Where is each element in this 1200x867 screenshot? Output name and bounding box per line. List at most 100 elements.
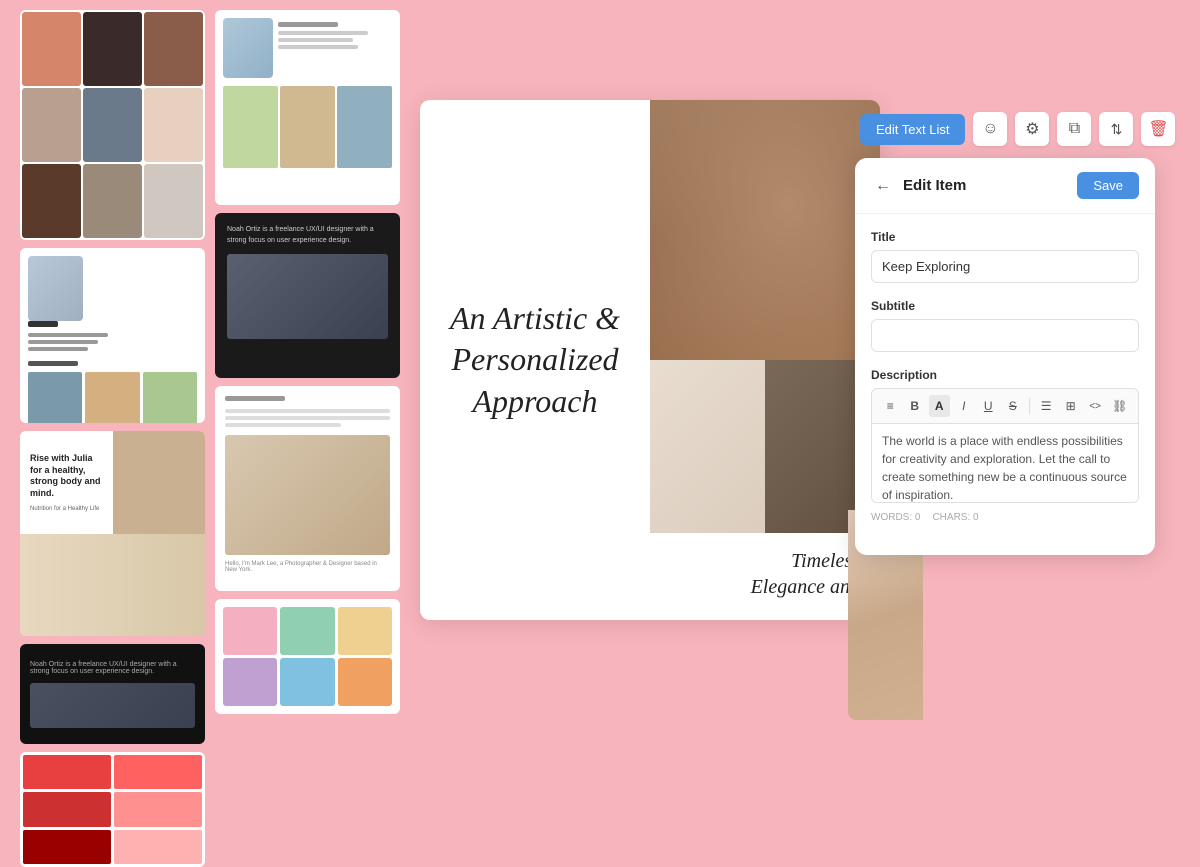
gear-icon: ⚙ <box>1025 119 1039 139</box>
edit-panel-header: ← Edit Item Save <box>855 158 1155 214</box>
mid-thumbnail-3[interactable]: Hello, I'm Mark Lee, a Photographer & De… <box>215 386 400 591</box>
middle-panel: Noah Ortiz is a freelance UX/UI designer… <box>215 10 400 714</box>
list-button[interactable]: ☰ <box>1036 395 1057 417</box>
edit-panel-body: Title Subtitle Description ≡ B A I U S ☰… <box>855 214 1155 555</box>
thumb-cell <box>22 12 81 86</box>
thumb-cell <box>83 164 142 238</box>
dark-card-image <box>30 683 195 728</box>
color-block <box>114 830 202 864</box>
mid-thumbnail-2[interactable]: Noah Ortiz is a freelance UX/UI designer… <box>215 213 400 378</box>
left-sidebar: Rise with Julia for a healthy, strong bo… <box>20 10 205 714</box>
gallery-cell <box>337 86 392 168</box>
back-icon: ← <box>875 177 891 195</box>
blog-text-cell: Rise with Julia for a healthy, strong bo… <box>20 431 113 534</box>
thumbnail-card-colors[interactable] <box>20 752 205 867</box>
canvas-image-top <box>650 100 880 360</box>
mid3-title-line <box>225 396 285 401</box>
strikethrough-button[interactable]: S <box>1003 395 1024 417</box>
color-grid-cell <box>338 658 392 706</box>
mid-thumbnail-4[interactable] <box>215 599 400 714</box>
color-block <box>23 792 111 826</box>
thumb-cell <box>83 88 142 162</box>
thumb-cell <box>144 12 203 86</box>
smiley-icon-button[interactable]: ☺ <box>973 112 1007 146</box>
work-cell <box>143 372 197 423</box>
color-block <box>23 755 111 789</box>
table-button[interactable]: ⊞ <box>1060 395 1081 417</box>
editor-toolbar: Edit Text List ☺ ⚙ ⧉ ⇅ 🗑 <box>860 112 1175 146</box>
thumb-cell <box>144 88 203 162</box>
dark-profile-text: Noah Ortiz is a freelance UX/UI designer… <box>227 225 388 246</box>
gallery-cell <box>280 86 335 168</box>
resize-icon-button[interactable]: ⇅ <box>1099 112 1133 146</box>
blog-image-1 <box>113 431 206 534</box>
mid3-caption: Hello, I'm Mark Lee, a Photographer & De… <box>225 561 390 573</box>
description-toolbar: ≡ B A I U S ☰ ⊞ <> ⛓ <box>871 388 1139 423</box>
thumb-cell <box>144 164 203 238</box>
font-color-button[interactable]: A <box>929 395 950 417</box>
canvas-bottom-title: Timeless Elegance and <box>670 548 860 600</box>
edit-panel-title: Edit Item <box>903 177 966 194</box>
main-canvas-preview: An Artistic & Personalized Approach Time… <box>420 100 880 620</box>
description-field-label: Description <box>871 368 1139 382</box>
code-button[interactable]: <> <box>1085 395 1106 417</box>
work-cell <box>85 372 139 423</box>
description-textarea[interactable]: The world is a place with endless possib… <box>871 423 1139 503</box>
color-grid-cell <box>280 658 334 706</box>
color-block <box>114 755 202 789</box>
back-button[interactable]: ← <box>871 174 895 198</box>
title-field-group: Title <box>871 230 1139 283</box>
subtitle-input[interactable] <box>871 319 1139 352</box>
thumb-cell <box>22 88 81 162</box>
mid3-text-lines <box>225 409 390 427</box>
settings-icon-button[interactable]: ⚙ <box>1015 112 1049 146</box>
title-input[interactable] <box>871 250 1139 283</box>
copy-icon-button[interactable]: ⧉ <box>1057 112 1091 146</box>
canvas-title: An Artistic & Personalized Approach <box>440 298 630 423</box>
thumb-cell <box>83 12 142 86</box>
thumbnail-card-dark[interactable]: Noah Ortiz is a freelance UX/UI designer… <box>20 644 205 744</box>
edit-text-list-button[interactable]: Edit Text List <box>860 114 965 145</box>
delete-icon-button[interactable]: 🗑 <box>1141 112 1175 146</box>
dark-profile-image <box>227 254 388 339</box>
color-grid-cell <box>223 607 277 655</box>
thumb-cell <box>22 164 81 238</box>
color-col-1 <box>23 755 111 864</box>
align-button[interactable]: ≡ <box>880 395 901 417</box>
thumbnail-card-blog[interactable]: Rise with Julia for a healthy, strong bo… <box>20 431 205 636</box>
mid3-image <box>225 435 390 555</box>
title-field-label: Title <box>871 230 1139 244</box>
thumbnail-card-profile-works[interactable] <box>20 248 205 423</box>
color-block <box>114 792 202 826</box>
thumbnail-card-photo-grid[interactable] <box>20 10 205 240</box>
edit-item-panel: ← Edit Item Save Title Subtitle Descript… <box>855 158 1155 555</box>
description-field-group: Description ≡ B A I U S ☰ ⊞ <> ⛓ The wor… <box>871 368 1139 523</box>
header-left: ← Edit Item <box>871 174 966 198</box>
subtitle-field-label: Subtitle <box>871 299 1139 313</box>
color-grid-cell <box>223 658 277 706</box>
color-grid-cell <box>280 607 334 655</box>
works-section <box>28 361 197 423</box>
canvas-text-area: An Artistic & Personalized Approach <box>420 100 650 620</box>
save-button[interactable]: Save <box>1077 172 1139 199</box>
gallery-cell <box>223 86 278 168</box>
couple-photo-1 <box>650 100 880 360</box>
subtitle-field-group: Subtitle <box>871 299 1139 352</box>
mid-avatar <box>223 18 273 78</box>
description-footer: WORDS: 0 CHARS: 0 <box>871 512 1139 523</box>
profile-text-lines <box>28 321 197 351</box>
color-col-2 <box>114 755 202 864</box>
link-button[interactable]: ⛓ <box>1109 395 1130 417</box>
toolbar-separator <box>1029 398 1030 414</box>
mid-thumbnail-1[interactable] <box>215 10 400 205</box>
underline-button[interactable]: U <box>978 395 999 417</box>
canvas-bottom-text: Timeless Elegance and <box>650 533 880 620</box>
resize-icon: ⇅ <box>1111 121 1123 138</box>
work-cell <box>28 372 82 423</box>
word-count: WORDS: 0 <box>871 512 920 523</box>
bold-button[interactable]: B <box>905 395 926 417</box>
avatar-placeholder <box>28 256 83 321</box>
italic-button[interactable]: I <box>954 395 975 417</box>
dark-card-text: Noah Ortiz is a freelance UX/UI designer… <box>30 661 195 675</box>
char-count: CHARS: 0 <box>932 512 978 523</box>
